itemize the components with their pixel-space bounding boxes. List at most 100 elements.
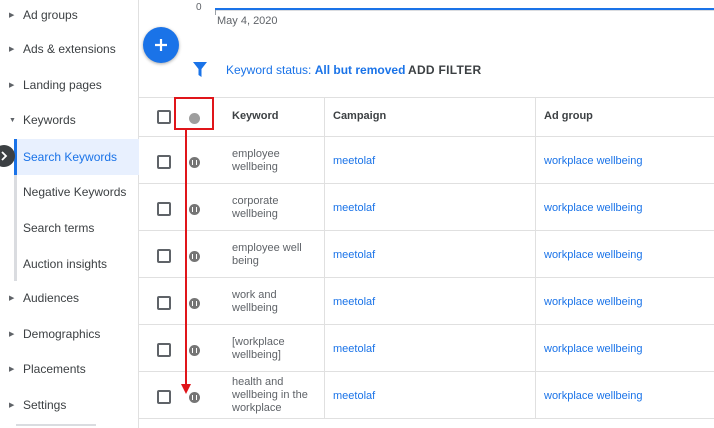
column-divider <box>535 372 536 418</box>
campaign-link[interactable]: meetolaf <box>333 202 375 214</box>
keyword-status-filter[interactable]: Keyword status: All but removed <box>226 63 405 77</box>
sidebar-item-label: Settings <box>23 398 67 412</box>
campaign-column-header[interactable]: Campaign <box>333 110 386 122</box>
sidebar-item-label: Demographics <box>23 327 101 341</box>
sidebar-item-keywords[interactable]: ▼ Keywords <box>0 105 139 135</box>
paused-icon[interactable] <box>189 251 200 262</box>
table-row: employee wellbeing meetolaf workplace we… <box>139 137 714 184</box>
table-row: employee well being meetolaf workplace w… <box>139 231 714 278</box>
caret-right-icon: ▶ <box>9 11 15 19</box>
add-keyword-button[interactable] <box>143 27 179 63</box>
sidebar-subitem-label: Search terms <box>23 221 95 235</box>
keyword-text: employee well being <box>232 242 302 267</box>
annotation-arrow-shaft <box>185 130 187 386</box>
filter-chip-label: Keyword status: <box>226 63 315 77</box>
row-checkbox[interactable] <box>157 296 171 310</box>
keyword-column-header[interactable]: Keyword <box>232 110 278 122</box>
table-row: corporate wellbeing meetolaf workplace w… <box>139 184 714 231</box>
sidebar-subitem-search-keywords[interactable]: Search Keywords <box>14 139 139 175</box>
column-divider <box>535 137 536 183</box>
column-divider <box>324 231 325 277</box>
column-divider <box>535 325 536 371</box>
filter-icon[interactable] <box>193 62 207 78</box>
campaign-link[interactable]: meetolaf <box>333 390 375 402</box>
row-checkbox[interactable] <box>157 390 171 404</box>
paused-icon[interactable] <box>189 157 200 168</box>
select-all-checkbox[interactable] <box>157 110 171 124</box>
sidebar-item-settings[interactable]: ▶ Settings <box>0 390 139 420</box>
row-checkbox[interactable] <box>157 202 171 216</box>
column-divider <box>324 98 325 138</box>
paused-icon[interactable] <box>189 298 200 309</box>
chart-y-tick: 0 <box>196 2 202 13</box>
caret-down-icon: ▼ <box>9 116 16 124</box>
keyword-text: work and wellbeing <box>232 289 278 314</box>
column-divider <box>324 372 325 418</box>
sidebar-subitem-label: Auction insights <box>23 257 108 271</box>
sidebar-subitem-label: Search Keywords <box>23 150 118 164</box>
ad-group-link[interactable]: workplace wellbeing <box>544 390 642 402</box>
row-checkbox[interactable] <box>157 249 171 263</box>
column-divider <box>535 231 536 277</box>
sidebar-subitem-label: Negative Keywords <box>23 185 127 199</box>
caret-right-icon: ▶ <box>9 401 15 409</box>
sidebar-subitem-search-terms[interactable]: Search terms <box>14 210 139 246</box>
campaign-link[interactable]: meetolaf <box>333 155 375 167</box>
chart-x-axis <box>215 10 714 11</box>
column-divider <box>324 278 325 324</box>
sidebar-item-label: Audiences <box>23 291 80 305</box>
ad-group-column-header[interactable]: Ad group <box>544 110 593 122</box>
paused-icon[interactable] <box>189 204 200 215</box>
chart-x-date-label: May 4, 2020 <box>217 15 278 27</box>
row-checkbox[interactable] <box>157 343 171 357</box>
sidebar-item-label: Keywords <box>23 113 76 127</box>
ad-group-link[interactable]: workplace wellbeing <box>544 249 642 261</box>
table-row: health and wellbeing in the workplace me… <box>139 372 714 419</box>
sidebar-subitem-auction-insights[interactable]: Auction insights <box>14 246 139 282</box>
caret-right-icon: ▶ <box>9 330 15 338</box>
caret-right-icon: ▶ <box>9 294 15 302</box>
caret-right-icon: ▶ <box>9 365 15 373</box>
ad-group-link[interactable]: workplace wellbeing <box>544 343 642 355</box>
keyword-text: [workplace wellbeing] <box>232 336 285 361</box>
sidebar-item-label: Ad groups <box>23 8 78 22</box>
sidebar-item-demographics[interactable]: ▶ Demographics <box>0 319 139 349</box>
chart-x-tick <box>215 10 216 15</box>
ad-group-link[interactable]: workplace wellbeing <box>544 202 642 214</box>
status-column-highlight <box>174 97 214 130</box>
sidebar-subitem-negative-keywords[interactable]: Negative Keywords <box>14 174 139 210</box>
sidebar-item-label: Ads & extensions <box>23 42 116 56</box>
sidebar-item-landing-pages[interactable]: ▶ Landing pages <box>0 70 139 100</box>
sidebar-divider <box>16 424 96 426</box>
caret-right-icon: ▶ <box>9 45 15 53</box>
sidebar-item-placements[interactable]: ▶ Placements <box>0 354 139 384</box>
ad-group-link[interactable]: workplace wellbeing <box>544 296 642 308</box>
campaign-link[interactable]: meetolaf <box>333 296 375 308</box>
arrow-down-icon <box>181 384 191 394</box>
column-divider <box>535 278 536 324</box>
row-checkbox[interactable] <box>157 155 171 169</box>
ad-group-link[interactable]: workplace wellbeing <box>544 155 642 167</box>
table-header: Keyword Campaign Ad group <box>139 97 714 138</box>
column-divider <box>324 325 325 371</box>
sidebar: ▶ Ad groups ▶ Ads & extensions ▶ Landing… <box>0 0 139 428</box>
keyword-text: health and wellbeing in the workplace <box>232 376 308 414</box>
keyword-text: corporate wellbeing <box>232 195 279 220</box>
keyword-text: employee wellbeing <box>232 148 280 173</box>
chevron-right-icon <box>1 151 8 161</box>
sidebar-item-ads-extensions[interactable]: ▶ Ads & extensions <box>0 34 139 64</box>
add-filter-button[interactable]: ADD FILTER <box>408 63 481 77</box>
campaign-link[interactable]: meetolaf <box>333 343 375 355</box>
campaign-link[interactable]: meetolaf <box>333 249 375 261</box>
column-divider <box>324 184 325 230</box>
sidebar-item-ad-groups[interactable]: ▶ Ad groups <box>0 0 139 30</box>
sidebar-item-label: Landing pages <box>23 78 102 92</box>
column-divider <box>535 98 536 138</box>
column-divider <box>324 137 325 183</box>
table-row: work and wellbeing meetolaf workplace we… <box>139 278 714 325</box>
caret-right-icon: ▶ <box>9 81 15 89</box>
paused-icon[interactable] <box>189 345 200 356</box>
sidebar-item-audiences[interactable]: ▶ Audiences <box>0 283 139 313</box>
filter-chip-value: All but removed <box>314 63 406 77</box>
plus-icon <box>155 39 167 51</box>
